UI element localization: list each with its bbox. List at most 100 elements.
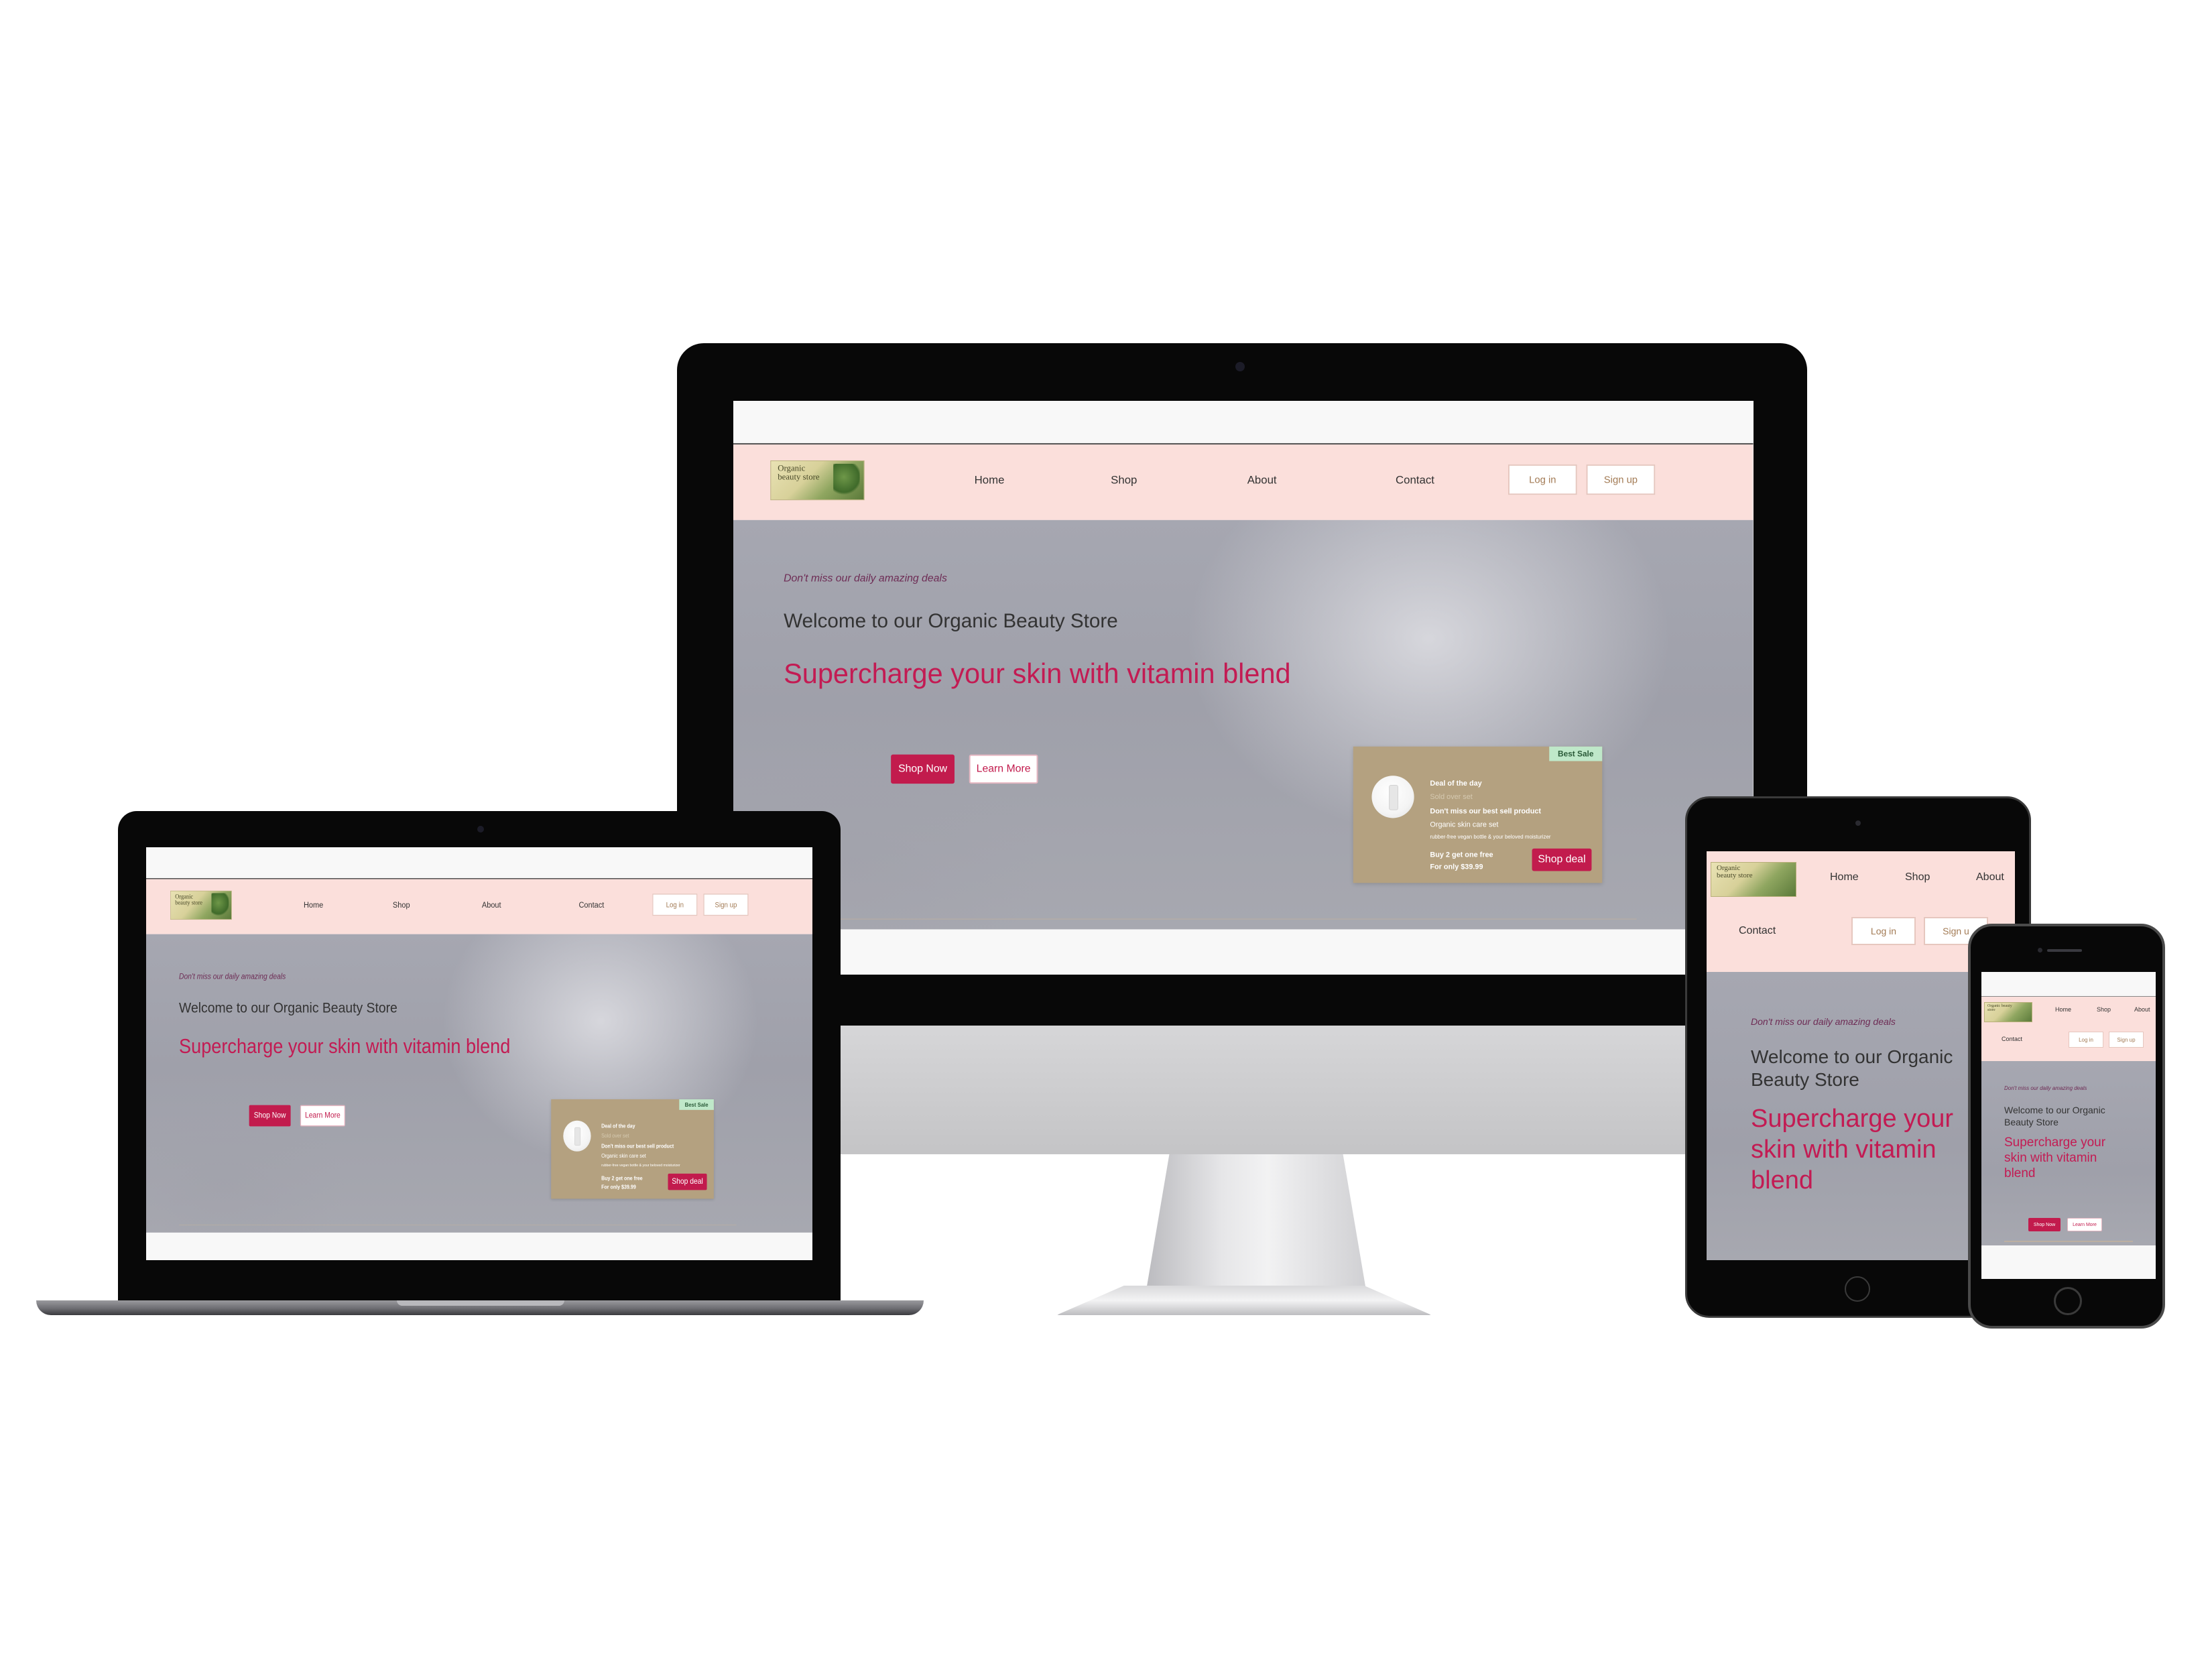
- brand-logo[interactable]: Organic beauty store: [1711, 862, 1796, 897]
- welcome-line-2: Beauty Store: [2004, 1117, 2059, 1127]
- nav-contact[interactable]: Contact: [2002, 1036, 2022, 1042]
- learn-more-button[interactable]: Learn More: [300, 1105, 345, 1127]
- hero-welcome: Welcome to our Organic Beauty Store: [2004, 1104, 2105, 1128]
- deal-offer: Buy 2 get one free: [601, 1175, 643, 1182]
- deal-line2: Organic skin care set: [1430, 820, 1499, 829]
- deal-line1: Don't miss our best sell product: [601, 1144, 674, 1150]
- signup-button[interactable]: Sign up: [1586, 464, 1656, 495]
- hero-tagline: Don't miss our daily amazing deals: [784, 572, 947, 585]
- headline-line-3: blend: [1751, 1166, 1813, 1194]
- login-button[interactable]: Log in: [2069, 1032, 2103, 1048]
- best-sale-badge: Best Sale: [1549, 746, 1603, 761]
- headline-line-1: Supercharge your: [2004, 1135, 2106, 1150]
- nav-shop[interactable]: Shop: [1111, 474, 1137, 487]
- nav-home[interactable]: Home: [1830, 871, 1859, 883]
- deal-subtitle: Sold over set: [1430, 792, 1473, 801]
- monitor-screen: Organic beauty store Home Shop About Con…: [733, 401, 1754, 975]
- nav-contact[interactable]: Contact: [579, 900, 605, 910]
- welcome-line-1: Welcome to our Organic: [2004, 1105, 2105, 1115]
- speaker-icon: [2047, 949, 2082, 952]
- camera-icon: [477, 826, 484, 833]
- welcome-line-2: Beauty Store: [1751, 1069, 1859, 1090]
- hero-welcome: Welcome to our Organic Beauty Store: [784, 610, 1118, 632]
- top-bar: [146, 847, 812, 879]
- hero-section: Don't miss our daily amazing deals Welco…: [146, 934, 812, 1233]
- shop-now-button[interactable]: Shop Now: [249, 1105, 291, 1127]
- nav-home[interactable]: Home: [975, 474, 1005, 487]
- top-bar: [733, 401, 1754, 445]
- headline-line-3: blend: [2004, 1166, 2036, 1180]
- learn-more-button[interactable]: Learn More: [969, 754, 1038, 784]
- nav-contact[interactable]: Contact: [1396, 474, 1434, 487]
- top-bar: [1981, 972, 2156, 997]
- nav-shop[interactable]: Shop: [2097, 1006, 2111, 1013]
- shop-deal-button[interactable]: Shop deal: [668, 1173, 707, 1190]
- nav-about[interactable]: About: [1976, 871, 2004, 883]
- deal-offer: Buy 2 get one free: [1430, 851, 1493, 859]
- shop-now-button[interactable]: Shop Now: [891, 754, 955, 784]
- login-button[interactable]: Log in: [1508, 464, 1577, 495]
- brand-logo[interactable]: Organic beauty store: [170, 890, 232, 920]
- learn-more-button[interactable]: Learn More: [2067, 1218, 2102, 1231]
- best-sale-badge: Best Sale: [679, 1099, 714, 1110]
- nav-about[interactable]: About: [2134, 1006, 2150, 1013]
- hero-welcome: Welcome to our Organic Beauty Store: [1751, 1046, 1953, 1091]
- home-button-icon[interactable]: [1845, 1276, 1870, 1302]
- headline-line-2: skin with vitamin: [2004, 1151, 2097, 1165]
- deal-title: Deal of the day: [601, 1123, 635, 1129]
- nav-shop[interactable]: Shop: [393, 900, 410, 910]
- nav-home[interactable]: Home: [304, 900, 323, 910]
- bottom-bar: [733, 929, 1754, 973]
- deal-line1: Don't miss our best sell product: [1430, 807, 1542, 816]
- deal-title: Deal of the day: [1430, 780, 1482, 788]
- headline-line-1: Supercharge your: [1751, 1105, 1954, 1133]
- product-image: [563, 1120, 591, 1152]
- home-button-icon[interactable]: [2054, 1287, 2082, 1315]
- signup-button[interactable]: Sign up: [703, 894, 749, 916]
- nav-about[interactable]: About: [482, 900, 501, 910]
- hero-headline: Supercharge your skin with vitamin blend: [2004, 1135, 2105, 1181]
- signup-button[interactable]: Sign up: [2109, 1032, 2144, 1048]
- navbar: Organic beauty store Home Shop About Con…: [146, 879, 812, 934]
- hero-section: Don't miss our daily amazing deals Welco…: [1981, 1061, 2156, 1245]
- deal-card: Best Sale Deal of the day Sold over set …: [1353, 746, 1603, 883]
- divider: [784, 918, 1637, 920]
- navbar: Organic beauty store Home Shop About Con…: [1981, 997, 2156, 1061]
- monitor-stand-base: [1056, 1286, 1432, 1315]
- shop-deal-button[interactable]: Shop deal: [1532, 848, 1592, 871]
- nav-shop[interactable]: Shop: [1905, 871, 1930, 883]
- logo-text: Organic beauty store: [175, 892, 203, 906]
- login-button[interactable]: Log in: [1851, 917, 1916, 945]
- monitor-chin: [677, 1026, 1807, 1154]
- nav-about[interactable]: About: [1247, 474, 1277, 487]
- login-button[interactable]: Log in: [652, 894, 698, 916]
- hero-tagline: Don't miss our daily amazing deals: [2004, 1085, 2087, 1091]
- deal-line3: rubber-free vegan bottle & your beloved …: [601, 1163, 680, 1168]
- leaf-icon: [833, 463, 860, 497]
- brand-logo[interactable]: Organic beauty store: [1984, 1002, 2032, 1022]
- navbar: Organic beauty store Home Shop About Con…: [733, 444, 1754, 520]
- nav-contact[interactable]: Contact: [1739, 925, 1776, 937]
- hero-headline: Supercharge your skin with vitamin blend: [784, 658, 1291, 689]
- brand-logo[interactable]: Organic beauty store: [770, 460, 865, 501]
- hero-headline: Supercharge your skin with vitamin blend: [1751, 1103, 1953, 1196]
- hero-tagline: Don't miss our daily amazing deals: [1751, 1016, 1896, 1027]
- bottom-bar: [146, 1232, 812, 1260]
- shop-now-button[interactable]: Shop Now: [2028, 1218, 2061, 1231]
- hero-headline: Supercharge your skin with vitamin blend: [179, 1034, 511, 1058]
- product-image: [1371, 776, 1414, 818]
- leaf-icon: [211, 893, 229, 918]
- camera-icon: [1235, 362, 1245, 371]
- deal-card: Best Sale Deal of the day Sold over set …: [551, 1099, 714, 1199]
- logo-text: Organic beauty store: [778, 463, 820, 482]
- headline-line-2: skin with vitamin: [1751, 1135, 1937, 1164]
- bottom-bar: [1981, 1245, 2156, 1279]
- hero-tagline: Don't miss our daily amazing deals: [179, 973, 286, 981]
- hero-section: Don't miss our daily amazing deals Welco…: [733, 519, 1754, 930]
- deal-line2: Organic skin care set: [601, 1153, 646, 1160]
- laptop-notch: [397, 1300, 564, 1306]
- hero-welcome: Welcome to our Organic Beauty Store: [179, 999, 397, 1016]
- deal-subtitle: Sold over set: [601, 1133, 629, 1140]
- camera-icon: [1855, 820, 1861, 826]
- nav-home[interactable]: Home: [2055, 1006, 2071, 1013]
